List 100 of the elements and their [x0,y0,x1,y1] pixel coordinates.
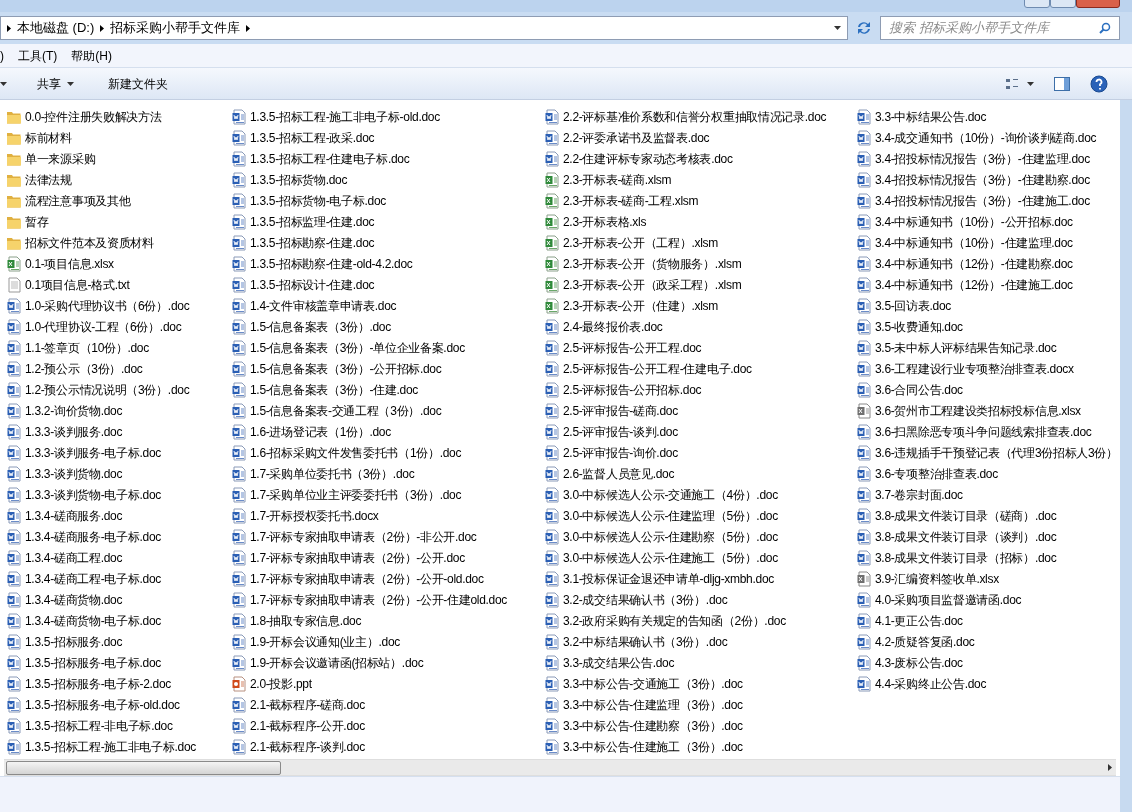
file-item[interactable]: 1.3.5-招标货物.doc [231,169,538,190]
file-item[interactable]: 2.5-评标报告-公开招标.doc [544,379,850,400]
file-item[interactable]: 1.3.5-招标服务-电子标-old.doc [6,694,225,715]
toolbar-button[interactable]: 共享 [33,71,78,96]
file-item[interactable]: 3.4-中标通知书（10份）-公开招标.doc [856,211,1120,232]
file-item[interactable]: 1.3.3-谈判服务-电子标.doc [6,442,225,463]
file-item[interactable]: 3.1-投标保证金退还申请单-dljg-xmbh.doc [544,568,850,589]
file-item[interactable]: 1.0-采购代理协议书（6份）.doc [6,295,225,316]
file-item[interactable]: 2.3-开标表-公开（政采工程）.xlsm [544,274,850,295]
file-item[interactable]: 3.2-中标结果确认书（3份）.doc [544,631,850,652]
file-item[interactable]: 2.2-评标基准价系数和信誉分权重抽取情况记录.doc [544,106,850,127]
file-item[interactable]: 4.0-采购项目监督邀请函.doc [856,589,1120,610]
file-item[interactable]: 3.4-中标通知书（12份）-住建勘察.doc [856,253,1120,274]
file-item[interactable]: 1.9-开标会议邀请函(招标站）.doc [231,652,538,673]
file-item[interactable]: 1.4-文件审核盖章申请表.doc [231,295,538,316]
file-item[interactable]: 1.9-开标会议通知(业主）.doc [231,631,538,652]
file-item[interactable]: 单一来源采购 [6,148,225,169]
file-item[interactable]: 2.0-投影.ppt [231,673,538,694]
file-item[interactable]: 3.3-成交结果公告.doc [544,652,850,673]
scroll-right-icon[interactable] [1108,764,1112,771]
file-item[interactable]: 1.5-信息备案表-交通工程（3份）.doc [231,400,538,421]
menu-item[interactable]: 工具(T) [18,46,58,65]
file-item[interactable]: 0.0-控件注册失败解决方法 [6,106,225,127]
file-item[interactable]: 3.2-政府采购有关规定的告知函（2份）.doc [544,610,850,631]
file-item[interactable]: 3.3-中标公告-住建监理（3份）.doc [544,694,850,715]
help-icon[interactable] [1090,74,1108,93]
file-item[interactable]: 3.8-成果文件装订目录（谈判）.doc [856,526,1120,547]
file-item[interactable]: 2.1-截标程序-磋商.doc [231,694,538,715]
file-item[interactable]: 1.3.5-招标服务.doc [6,631,225,652]
file-item[interactable]: 2.4-最终报价表.doc [544,316,850,337]
file-item[interactable]: 1.3.5-招标监理-住建.doc [231,211,538,232]
file-item[interactable]: 1.7-评标专家抽取申请表（2份）-公开-住建old.doc [231,589,538,610]
file-item[interactable]: 1.3.4-磋商工程.doc [6,547,225,568]
breadcrumb-item[interactable]: 招标采购小帮手文件库 [110,18,241,38]
file-item[interactable]: 3.0-中标候选人公示-交通施工（4份）.doc [544,484,850,505]
file-item[interactable]: 4.4-采购终止公告.doc [856,673,1120,694]
file-item[interactable]: 1.3.5-招标工程-施工非电子标-old.doc [231,106,538,127]
file-item[interactable]: 2.3-开标表格.xls [544,211,850,232]
file-item[interactable]: 0.1项目信息-格式.txt [6,274,225,295]
scrollbar-thumb[interactable] [6,760,281,775]
file-item[interactable]: 3.6-专项整治排查表.doc [856,463,1120,484]
file-item[interactable]: 流程注意事项及其他 [6,190,225,211]
file-item[interactable]: 3.4-招投标情况报告（3份）-住建勘察.doc [856,169,1120,190]
file-item[interactable]: 3.8-成果文件装订目录（招标）.doc [856,547,1120,568]
file-item[interactable]: 1.5-信息备案表（3份）-单位企业备案.doc [231,337,538,358]
horizontal-scrollbar[interactable] [4,759,1116,776]
file-item[interactable]: 1.3.3-谈判服务.doc [6,421,225,442]
file-item[interactable]: 1.3.4-磋商货物-电子标.doc [6,610,225,631]
menu-item[interactable]: 帮助(H) [71,46,112,65]
file-item[interactable]: 1.5-信息备案表（3份）-住建.doc [231,379,538,400]
breadcrumb-item[interactable]: 本地磁盘 (D:) [17,18,95,38]
file-item[interactable]: 3.3-中标公告-住建施工（3份）.doc [544,736,850,757]
file-item[interactable]: 1.3.5-招标设计-住建.doc [231,274,538,295]
file-item[interactable]: 2.2-评委承诺书及监督表.doc [544,127,850,148]
file-item[interactable]: 1.5-信息备案表（3份）-公开招标.doc [231,358,538,379]
file-item[interactable]: 1.5-信息备案表（3份）.doc [231,316,538,337]
file-item[interactable]: 2.3-开标表-公开（工程）.xlsm [544,232,850,253]
file-item[interactable]: 1.3.5-招标工程-施工非电子标.doc [6,736,225,757]
file-item[interactable]: 3.9-汇编资料签收单.xlsx [856,568,1120,589]
file-item[interactable]: 2.3-开标表-磋商.xlsm [544,169,850,190]
file-item[interactable]: 1.0-代理协议-工程（6份）.doc [6,316,225,337]
file-item[interactable]: 1.3.5-招标工程-住建电子标.doc [231,148,538,169]
file-item[interactable]: 1.6-招标采购文件发售委托书（1份）.doc [231,442,538,463]
file-item[interactable]: 3.4-中标通知书（12份）-住建施工.doc [856,274,1120,295]
file-item[interactable]: 2.5-评标报告-公开工程-住建电子.doc [544,358,850,379]
file-item[interactable]: 3.3-中标结果公告.doc [856,106,1120,127]
file-item[interactable]: 1.7-采购单位业主评委委托书（3份）.doc [231,484,538,505]
file-item[interactable]: 3.0-中标候选人公示-住建施工（5份）.doc [544,547,850,568]
file-item[interactable]: 2.5-评审报告-磋商.doc [544,400,850,421]
file-item[interactable]: 2.1-截标程序-公开.doc [231,715,538,736]
toolbar-button[interactable]: 新建文件夹 [104,71,172,96]
file-item[interactable]: 1.3.3-谈判货物-电子标.doc [6,484,225,505]
file-item[interactable]: 3.6-扫黑除恶专项斗争问题线索排查表.doc [856,421,1120,442]
file-item[interactable]: 2.5-评审报告-询价.doc [544,442,850,463]
file-item[interactable]: 1.8-抽取专家信息.doc [231,610,538,631]
file-item[interactable]: 1.3.5-招标工程-非电子标.doc [6,715,225,736]
file-item[interactable]: 1.3.4-磋商工程-电子标.doc [6,568,225,589]
file-item[interactable]: 3.6-贺州市工程建设类招标投标信息.xlsx [856,400,1120,421]
file-item[interactable]: 1.7-评标专家抽取申请表（2份）-非公开.doc [231,526,538,547]
file-item[interactable]: 2.3-开标表-磋商-工程.xlsm [544,190,850,211]
file-item[interactable]: 1.2-预公示情况说明（3份）.doc [6,379,225,400]
file-item[interactable]: 1.3.5-招标服务-电子标-2.doc [6,673,225,694]
file-item[interactable]: 3.6-合同公告.doc [856,379,1120,400]
file-item[interactable]: 2.2-住建评标专家动态考核表.doc [544,148,850,169]
file-item[interactable]: 1.7-评标专家抽取申请表（2份）-公开.doc [231,547,538,568]
file-item[interactable]: 1.3.4-磋商服务-电子标.doc [6,526,225,547]
file-item[interactable]: 3.6-工程建设行业专项整治排查表.docx [856,358,1120,379]
file-item[interactable]: 2.6-监督人员意见.doc [544,463,850,484]
file-item[interactable]: 4.3-废标公告.doc [856,652,1120,673]
address-bar[interactable]: 本地磁盘 (D:) 招标采购小帮手文件库 [0,16,848,40]
file-item[interactable]: 2.3-开标表-公开（住建）.xlsm [544,295,850,316]
file-item[interactable]: 1.3.5-招标工程-政采.doc [231,127,538,148]
file-item[interactable]: 1.3.5-招标货物-电子标.doc [231,190,538,211]
file-item[interactable]: 3.5-回访表.doc [856,295,1120,316]
file-item[interactable]: 1.6-进场登记表（1份）.doc [231,421,538,442]
file-item[interactable]: 3.4-成交通知书（10份）-询价谈判磋商.doc [856,127,1120,148]
file-item[interactable]: 标前材料 [6,127,225,148]
file-item[interactable]: 1.7-评标专家抽取申请表（2份）-公开-old.doc [231,568,538,589]
file-item[interactable]: 3.4-中标通知书（10份）-住建监理.doc [856,232,1120,253]
file-item[interactable]: 3.4-招投标情况报告（3份）-住建施工.doc [856,190,1120,211]
